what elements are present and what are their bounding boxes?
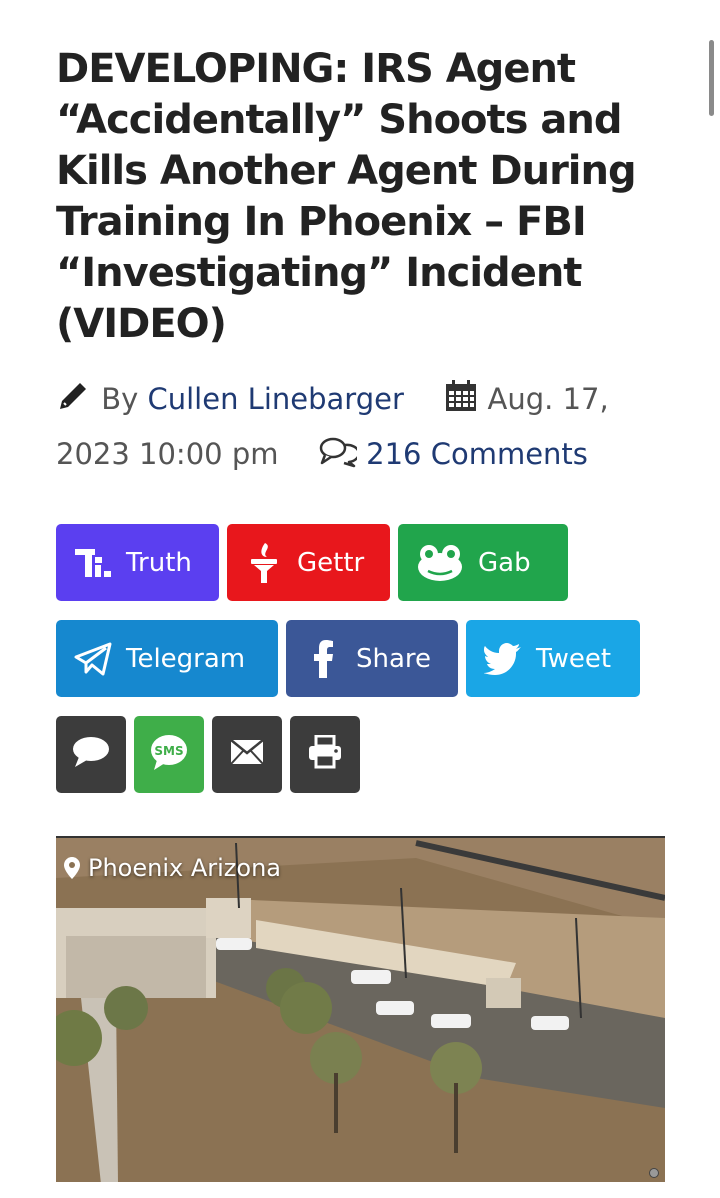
sms-icon-text: SMS [154,744,183,758]
gettr-share-button[interactable]: Gettr [227,524,390,601]
byline-prefix: By [101,382,139,416]
author-link[interactable]: Cullen Linebarger [148,382,404,416]
share-button-label: Gab [478,547,531,578]
comments-icon [319,437,361,468]
pencil-icon [60,380,89,409]
chat-bubble-icon [71,735,111,774]
share-button-label: Telegram [126,643,246,674]
share-button-label: Tweet [536,643,612,674]
scrollbar-thumb[interactable] [709,40,714,116]
comments-link[interactable]: 216 Comments [366,437,588,471]
envelope-icon [230,739,264,770]
telegram-share-button[interactable]: Telegram [56,620,278,697]
facebook-share-button[interactable]: Share [286,620,458,697]
printer-icon [307,734,343,774]
truth-social-icon [72,542,114,584]
calendar-icon [446,380,477,411]
article-headline: DEVELOPING: IRS Agent “Accidentally” Sho… [56,46,637,347]
gab-frog-icon [414,542,466,584]
share-button-label: Share [356,643,432,674]
email-share-button[interactable] [212,716,282,793]
share-row-3: SMS [56,716,360,793]
truth-social-share-button[interactable]: Truth [56,524,219,601]
twitter-bird-icon [482,638,524,680]
gab-share-button[interactable]: Gab [398,524,568,601]
gettr-torch-icon [243,542,285,584]
map-pin-icon [64,857,80,879]
sms-icon: SMS [149,732,189,777]
share-button-label: Gettr [297,547,365,578]
video-location-label: Phoenix Arizona [64,854,281,882]
twitter-share-button[interactable]: Tweet [466,620,640,697]
aerial-video-frame [56,838,665,1182]
share-button-label: Truth [126,547,192,578]
paper-plane-icon [72,638,114,680]
article-meta: By Cullen Linebarger Aug. 17, 2023 10:00… [56,372,676,482]
share-row-1: Truth Gettr Gab [56,524,568,601]
share-row-2: Telegram Share Tweet [56,620,640,697]
video-player[interactable]: Phoenix Arizona [56,836,665,1182]
sms-share-button[interactable]: SMS [134,716,204,793]
comment-share-button[interactable] [56,716,126,793]
video-corner-dot [649,1168,659,1178]
location-text: Phoenix Arizona [88,854,281,882]
print-button[interactable] [290,716,360,793]
facebook-icon [302,638,344,680]
